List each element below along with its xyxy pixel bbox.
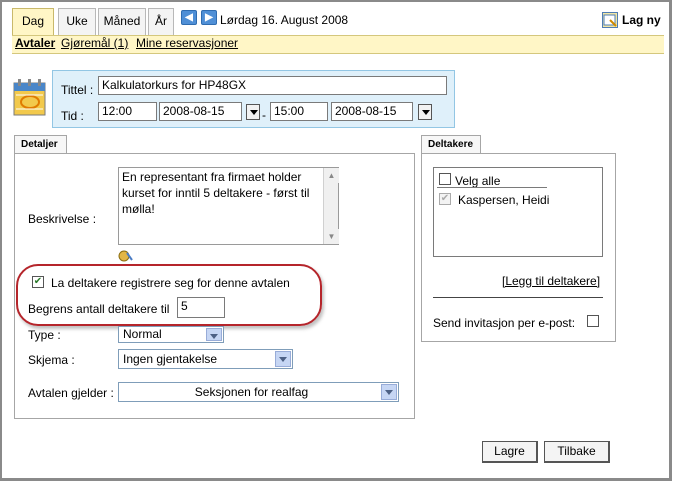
link-avtaler[interactable]: Avtaler xyxy=(15,36,55,50)
self-register-label: La deltakere registrere seg for denne av… xyxy=(51,276,290,290)
start-date-picker-icon[interactable] xyxy=(246,104,260,120)
tab-uke-label: Uke xyxy=(66,14,88,28)
link-mine-reservasjoner[interactable]: Mine reservasjoner xyxy=(136,36,238,50)
limit-input[interactable]: 5 xyxy=(177,297,225,318)
select-all-checkbox[interactable] xyxy=(439,173,451,185)
new-appointment-icon[interactable] xyxy=(602,12,618,28)
participants-divider xyxy=(433,297,603,298)
tab-dag-label: Dag xyxy=(21,14,44,28)
type-label: Type : xyxy=(28,328,61,342)
start-time-input[interactable]: 12:00 xyxy=(98,102,157,121)
description-label: Beskrivelse : xyxy=(28,212,97,226)
send-invite-label: Send invitasjon per e-post: xyxy=(433,316,576,330)
description-scrollbar[interactable]: ▲ ▼ xyxy=(323,168,339,244)
add-participants-link[interactable]: [Legg til deltakere] xyxy=(502,274,600,288)
self-register-checkbox[interactable]: ✔ xyxy=(32,276,44,288)
schema-select[interactable]: Ingen gjentakelse xyxy=(118,349,293,369)
list-divider xyxy=(437,187,547,188)
applies-select[interactable]: Seksjonen for realfag xyxy=(118,382,399,402)
end-time-input[interactable]: 15:00 xyxy=(270,102,328,121)
new-button-label[interactable]: Lag ny xyxy=(622,13,661,27)
participant-name: Kaspersen, Heidi xyxy=(458,193,550,207)
tab-uke[interactable]: Uke xyxy=(58,8,96,35)
start-date-input[interactable]: 2008-08-15 xyxy=(159,102,242,121)
time-separator: - xyxy=(262,108,266,122)
type-select[interactable]: Normal xyxy=(118,326,224,343)
arrow-right-icon[interactable]: ▶ xyxy=(201,10,217,25)
arrow-left-icon[interactable]: ◀ xyxy=(181,10,197,25)
end-date-input[interactable]: 2008-08-15 xyxy=(331,102,413,121)
end-date-picker-icon[interactable] xyxy=(418,104,432,120)
highlight-oval xyxy=(16,264,322,326)
back-button[interactable]: Tilbake xyxy=(544,441,610,463)
time-label: Tid : xyxy=(61,109,84,123)
title-label: Tittel : xyxy=(61,83,94,97)
chevron-down-icon[interactable] xyxy=(275,351,291,367)
limit-label: Begrens antall deltakere til xyxy=(28,302,170,316)
scroll-down-icon[interactable]: ▼ xyxy=(324,229,339,244)
attachment-icon[interactable] xyxy=(118,249,134,263)
applies-select-value: Seksjonen for realfag xyxy=(194,385,309,399)
link-gjoremal[interactable]: Gjøremål (1) xyxy=(61,36,128,50)
send-invite-checkbox[interactable] xyxy=(587,315,599,327)
participant-checkbox[interactable]: ✔ xyxy=(439,193,451,205)
schema-label: Skjema : xyxy=(28,353,75,367)
tab-ar[interactable]: År xyxy=(148,8,174,35)
select-all-label: Velg alle xyxy=(455,174,501,188)
type-select-value: Normal xyxy=(123,327,162,341)
save-button[interactable]: Lagre xyxy=(482,441,538,463)
tab-dag[interactable]: Dag xyxy=(12,8,54,35)
tab-deltakere[interactable]: Deltakere xyxy=(421,135,481,154)
description-textarea[interactable]: En representant fra firmaet holder kurse… xyxy=(118,167,339,245)
tab-detaljer[interactable]: Detaljer xyxy=(14,135,67,154)
chevron-down-icon[interactable] xyxy=(381,384,397,400)
description-text: En representant fra firmaet holder kurse… xyxy=(122,170,310,216)
tab-ar-label: År xyxy=(155,14,167,28)
applies-label: Avtalen gjelder : xyxy=(28,386,114,400)
calendar-icon xyxy=(13,78,47,117)
tab-maned[interactable]: Måned xyxy=(98,8,146,35)
title-input[interactable]: Kalkulatorkurs for HP48GX xyxy=(98,76,447,95)
chevron-down-icon[interactable] xyxy=(206,328,222,341)
schema-select-value: Ingen gjentakelse xyxy=(123,352,218,366)
current-date: Lørdag 16. August 2008 xyxy=(220,13,349,27)
scroll-up-icon[interactable]: ▲ xyxy=(324,168,339,183)
tab-maned-label: Måned xyxy=(103,14,141,28)
